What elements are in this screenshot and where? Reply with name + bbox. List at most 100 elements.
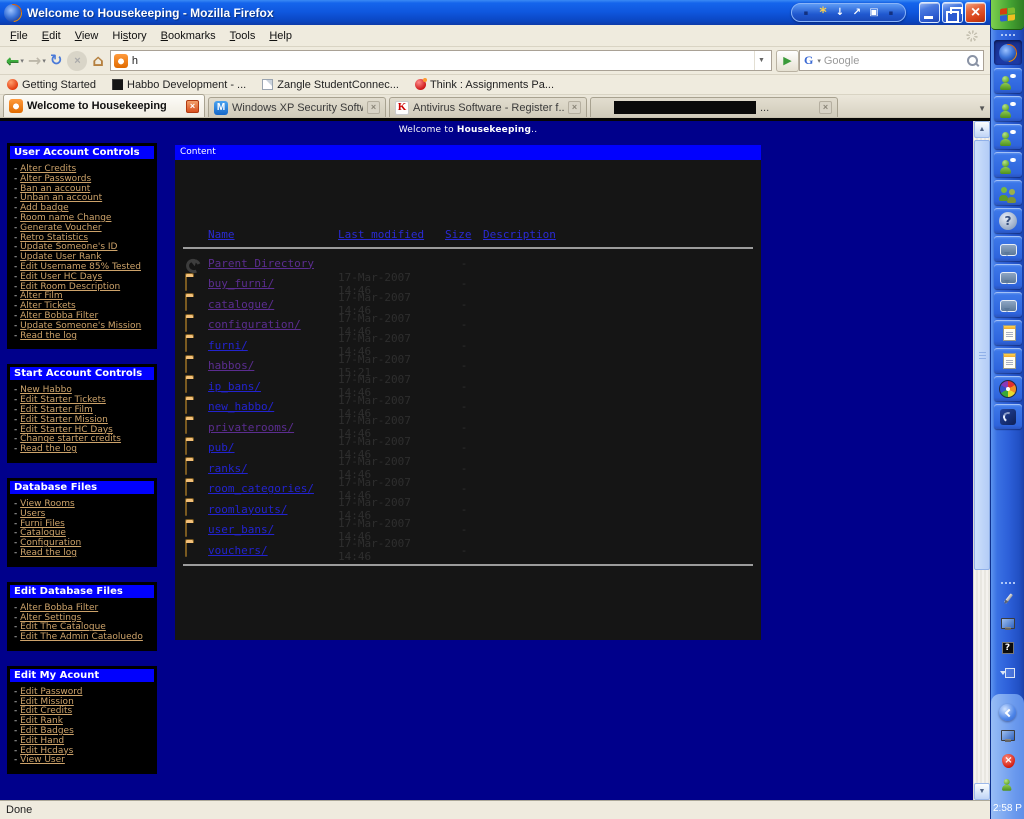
directory-link[interactable]: privaterooms/ bbox=[208, 421, 338, 434]
scroll-up-button[interactable]: ▲ bbox=[974, 121, 990, 138]
sidebar-link[interactable]: Edit Credits bbox=[20, 706, 72, 717]
sidebar-link[interactable]: Read the log bbox=[20, 331, 77, 341]
tray-item[interactable] bbox=[999, 724, 1017, 748]
sidebar-link[interactable]: Room name Change bbox=[20, 213, 111, 223]
sidebar-link[interactable]: Edit The Admin Cataoluedo bbox=[20, 632, 143, 642]
search-magnifier-icon[interactable] bbox=[966, 54, 979, 67]
directory-link[interactable]: habbos/ bbox=[208, 359, 338, 372]
sidebar-link[interactable]: Edit Hand bbox=[20, 736, 64, 746]
sidebar-link[interactable]: Alter Tickets bbox=[20, 301, 76, 311]
directory-link[interactable]: catalogue/ bbox=[208, 298, 338, 311]
sidebar-link[interactable]: Edit Starter HC Days bbox=[20, 425, 113, 435]
home-button[interactable]: ⌂ bbox=[90, 49, 105, 73]
forward-button[interactable]: → ▾ bbox=[26, 49, 48, 73]
taskbar-button[interactable] bbox=[994, 124, 1022, 149]
sidebar-link[interactable]: Edit Password bbox=[20, 687, 82, 697]
search-input[interactable]: Google bbox=[824, 55, 963, 67]
menu-item[interactable]: Bookmarks bbox=[154, 26, 223, 46]
tab-close-button[interactable] bbox=[819, 101, 832, 114]
tab-close-button[interactable] bbox=[186, 99, 199, 113]
taskbar-button[interactable] bbox=[994, 348, 1022, 373]
directory-link[interactable]: buy_furni/ bbox=[208, 277, 338, 290]
browser-tab[interactable]: Welcome to Housekeeping bbox=[3, 94, 205, 117]
browser-tab[interactable]: Antivirus Software - Register f... bbox=[389, 97, 587, 117]
search-engine-dropdown-icon[interactable]: ▾ bbox=[817, 57, 821, 65]
directory-link[interactable]: new_habbo/ bbox=[208, 400, 338, 413]
tray-item[interactable] bbox=[991, 588, 1024, 612]
browser-tab[interactable]: ... bbox=[590, 97, 838, 117]
directory-link[interactable]: ranks/ bbox=[208, 462, 338, 475]
sidebar-link[interactable]: Read the log bbox=[20, 444, 77, 454]
sidebar-link[interactable]: Update Someone's Mission bbox=[20, 321, 141, 331]
tray-item[interactable] bbox=[999, 700, 1017, 724]
tool-dot-icon[interactable] bbox=[885, 6, 897, 20]
vertical-scrollbar[interactable]: ▲ ▼ bbox=[973, 121, 990, 800]
menu-item[interactable]: History bbox=[105, 26, 153, 46]
sidebar-link[interactable]: Alter Bobba Filter bbox=[20, 603, 98, 613]
sidebar-link[interactable]: Alter Passwords bbox=[20, 174, 91, 184]
tab-close-button[interactable] bbox=[568, 101, 581, 114]
bookmark-item[interactable]: Habbo Development - ... bbox=[112, 79, 246, 91]
scroll-down-button[interactable]: ▼ bbox=[974, 783, 990, 800]
close-button[interactable] bbox=[965, 2, 986, 23]
sidebar-link[interactable]: View User bbox=[20, 755, 65, 766]
sidebar-link[interactable]: Retro Statistics bbox=[20, 233, 88, 243]
sidebar-link[interactable]: Edit Mission bbox=[20, 697, 74, 707]
taskbar-grip[interactable] bbox=[1000, 33, 1015, 37]
directory-link[interactable]: furni/ bbox=[208, 339, 338, 352]
directory-link[interactable]: ip_bans/ bbox=[208, 380, 338, 393]
minimize-button[interactable] bbox=[919, 2, 940, 23]
sidebar-link[interactable]: Unban an account bbox=[20, 193, 102, 203]
taskbar-button[interactable] bbox=[994, 376, 1022, 401]
sidebar-link[interactable]: Alter Bobba Filter bbox=[20, 311, 98, 321]
sidebar-link[interactable]: Edit Starter Film bbox=[20, 405, 93, 415]
menu-item[interactable]: Edit bbox=[35, 26, 68, 46]
sidebar-link[interactable]: Edit Rank bbox=[20, 716, 63, 726]
tab-close-button[interactable] bbox=[367, 101, 380, 114]
restore-button[interactable] bbox=[942, 2, 963, 23]
bookmark-item[interactable]: Getting Started bbox=[7, 79, 96, 91]
search-box[interactable]: G ▾ Google bbox=[799, 50, 984, 71]
sidebar-link[interactable]: Configuration bbox=[20, 538, 81, 548]
sidebar-link[interactable]: Furni Files bbox=[20, 519, 65, 529]
tool-send-icon[interactable] bbox=[851, 6, 863, 20]
taskbar-button[interactable] bbox=[994, 404, 1022, 429]
sidebar-link[interactable]: Catalogue bbox=[20, 528, 66, 538]
url-dropdown-button[interactable]: ▼ bbox=[754, 51, 768, 70]
sidebar-link[interactable]: New Habbo bbox=[20, 385, 72, 395]
directory-link[interactable]: room_categories/ bbox=[208, 482, 338, 495]
tray-grip[interactable] bbox=[1000, 581, 1015, 585]
address-bar[interactable]: h ▼ bbox=[109, 50, 772, 71]
tray-item[interactable] bbox=[991, 660, 1024, 684]
listing-sort-link[interactable]: Last modified bbox=[338, 228, 424, 241]
tool-pin-icon[interactable] bbox=[834, 6, 846, 20]
tray-item[interactable] bbox=[991, 612, 1024, 636]
sidebar-link[interactable]: Alter Credits bbox=[20, 164, 76, 174]
sidebar-link[interactable]: Edit Starter Mission bbox=[20, 415, 108, 425]
start-button[interactable] bbox=[991, 0, 1024, 30]
directory-link[interactable]: roomlayouts/ bbox=[208, 503, 338, 516]
sidebar-link[interactable]: Generate Voucher bbox=[20, 223, 101, 233]
tool-dot-icon[interactable] bbox=[800, 6, 812, 20]
parent-directory-link[interactable]: Parent Directory bbox=[208, 257, 338, 270]
sidebar-link[interactable]: Update Someone's ID bbox=[20, 242, 117, 252]
taskbar-button[interactable] bbox=[994, 236, 1022, 261]
sidebar-link[interactable]: Edit Starter Tickets bbox=[20, 395, 106, 405]
stop-button[interactable]: × bbox=[67, 50, 88, 71]
back-dropdown-icon[interactable]: ▾ bbox=[20, 57, 24, 65]
browser-tab[interactable]: Windows XP Security Softwar... bbox=[208, 97, 386, 117]
taskbar-button[interactable] bbox=[994, 208, 1022, 233]
tool-burst-icon[interactable] bbox=[817, 6, 829, 20]
tray-item[interactable] bbox=[991, 636, 1024, 660]
sidebar-link[interactable]: Edit Username 85% Tested bbox=[20, 262, 141, 272]
directory-link[interactable]: configuration/ bbox=[208, 318, 338, 331]
scrollbar-thumb[interactable] bbox=[974, 140, 990, 570]
tray-item[interactable] bbox=[999, 748, 1017, 772]
sidebar-link[interactable]: Users bbox=[20, 509, 45, 519]
tray-item[interactable] bbox=[999, 772, 1017, 796]
tab-list-dropdown-icon[interactable]: ▼ bbox=[978, 104, 986, 113]
go-button[interactable]: ▶ bbox=[776, 49, 799, 72]
sidebar-link[interactable]: Edit User HC Days bbox=[20, 272, 102, 282]
taskbar-button[interactable] bbox=[994, 264, 1022, 289]
menu-item[interactable]: Help bbox=[262, 26, 299, 46]
